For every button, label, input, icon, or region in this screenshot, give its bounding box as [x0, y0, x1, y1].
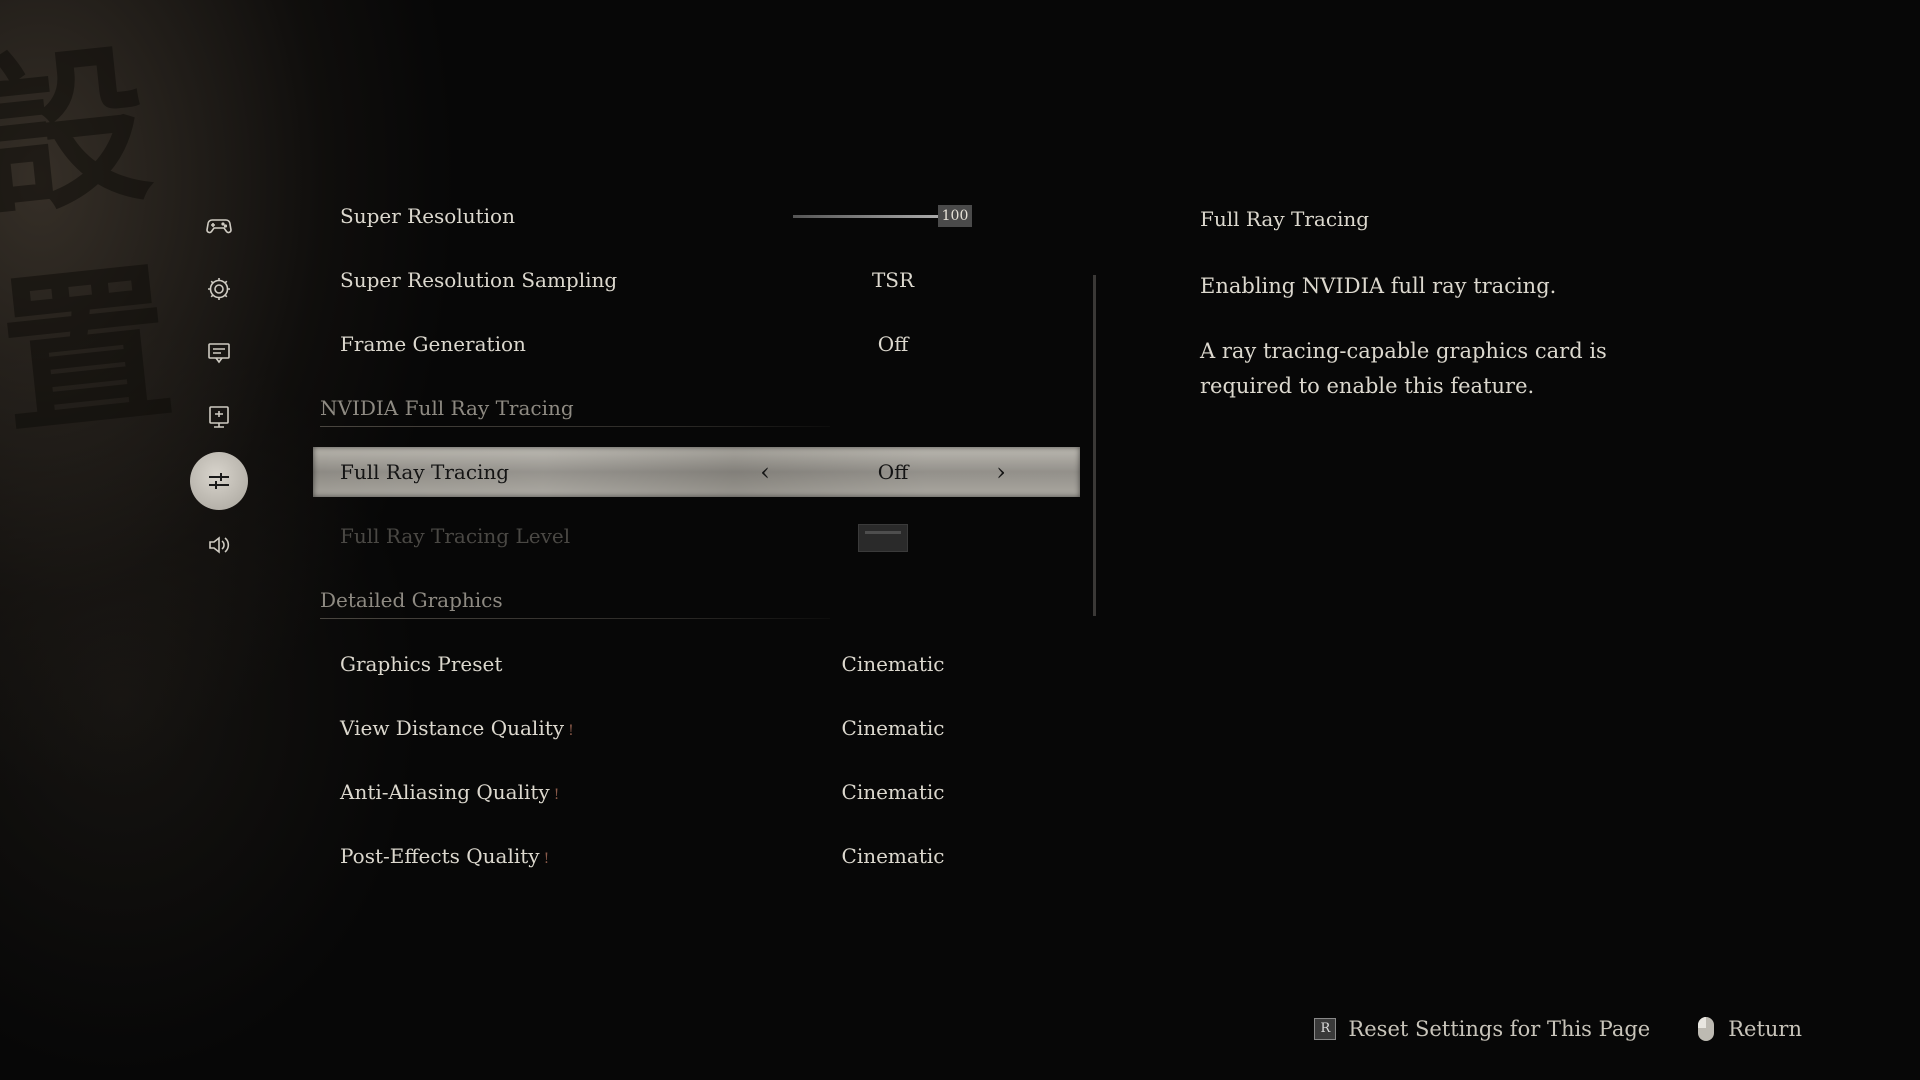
setting-label: Frame Generation — [340, 332, 526, 356]
monitor-icon — [209, 406, 229, 428]
settings-scrollbar[interactable] — [1093, 275, 1096, 616]
setting-full-ray-tracing-level: Full Ray Tracing Level — [313, 504, 1080, 568]
setting-value: Cinematic — [841, 844, 945, 868]
chevron-right-icon[interactable]: › — [989, 458, 1013, 486]
warning-mark: ! — [568, 723, 574, 739]
mouse-icon — [1698, 1017, 1715, 1041]
speaker-icon — [209, 536, 230, 554]
description-line: A ray tracing-capable graphics card is r… — [1200, 339, 1607, 398]
description-title: Full Ray Tracing — [1200, 207, 1370, 231]
description-panel: Full Ray Tracing Enabling NVIDIA full ra… — [1200, 207, 1700, 434]
setting-anti-aliasing-quality[interactable]: Anti-Aliasing Quality! Cinematic — [313, 760, 1080, 824]
settings-screen: 設 置 Super Resolution 100 Super Resolutio… — [0, 0, 1920, 1080]
setting-value: Cinematic — [841, 652, 945, 676]
setting-super-resolution[interactable]: Super Resolution 100 — [313, 184, 1080, 248]
setting-value: Off — [877, 332, 909, 356]
resolution-slider-value[interactable]: 100 — [938, 205, 972, 227]
setting-graphics-preset[interactable]: Graphics Preset Cinematic — [313, 632, 1080, 696]
setting-value: Off — [877, 460, 909, 484]
setting-label: Full Ray Tracing Level — [340, 524, 571, 548]
setting-value: Cinematic — [841, 780, 945, 804]
warning-mark: ! — [543, 851, 550, 867]
settings-list: Super Resolution 100 Super Resolution Sa… — [313, 184, 1080, 888]
section-divider — [320, 618, 830, 619]
section-header-ray-tracing: NVIDIA Full Ray Tracing — [313, 376, 1080, 440]
nav-display[interactable] — [190, 324, 248, 382]
setting-label: Post-Effects Quality! — [340, 844, 550, 868]
setting-view-distance-quality[interactable]: View Distance Quality! Cinematic — [313, 696, 1080, 760]
chevron-left-icon[interactable]: ‹ — [753, 458, 777, 486]
section-title: NVIDIA Full Ray Tracing — [320, 396, 574, 420]
setting-full-ray-tracing[interactable]: Full Ray Tracing ‹ Off › — [313, 447, 1080, 497]
setting-frame-generation[interactable]: Frame Generation Off — [313, 312, 1080, 376]
description-line: Enabling NVIDIA full ray tracing. — [1200, 274, 1557, 298]
reset-settings-button[interactable]: Reset Settings for This Page — [1348, 1017, 1650, 1041]
setting-super-resolution-sampling[interactable]: Super Resolution Sampling TSR — [313, 248, 1080, 312]
setting-label: Anti-Aliasing Quality! — [340, 780, 560, 804]
section-header-detailed-graphics: Detailed Graphics — [313, 568, 1080, 632]
category-nav — [190, 196, 248, 580]
setting-post-effects-quality[interactable]: Post-Effects Quality! Cinematic — [313, 824, 1080, 888]
section-title: Detailed Graphics — [320, 588, 503, 612]
r-key-icon: R — [1314, 1018, 1337, 1040]
nav-screen[interactable] — [190, 388, 248, 446]
nav-general[interactable] — [190, 260, 248, 318]
gamepad-icon — [206, 219, 232, 234]
warning-mark: ! — [553, 787, 560, 803]
setting-label: Super Resolution Sampling — [340, 268, 618, 292]
sliders-icon — [209, 473, 229, 489]
calligraphy-decoration: 設 置 — [0, 23, 182, 460]
section-divider — [320, 426, 830, 427]
nav-graphics[interactable] — [190, 452, 248, 510]
nav-audio[interactable] — [190, 516, 248, 574]
footer-actions: R Reset Settings for This Page Return — [1314, 1017, 1802, 1041]
setting-label: View Distance Quality! — [340, 716, 574, 740]
display-icon — [208, 343, 230, 364]
nav-controls[interactable] — [190, 196, 248, 254]
return-button[interactable]: Return — [1728, 1017, 1802, 1041]
setting-value: TSR — [871, 268, 915, 292]
gear-icon — [208, 278, 230, 300]
setting-label: Full Ray Tracing — [340, 460, 510, 484]
disabled-toggle — [858, 524, 908, 552]
setting-value: Cinematic — [841, 716, 945, 740]
setting-label: Graphics Preset — [340, 652, 503, 676]
setting-label: Super Resolution — [340, 204, 515, 228]
resolution-slider-track[interactable] — [793, 215, 938, 218]
